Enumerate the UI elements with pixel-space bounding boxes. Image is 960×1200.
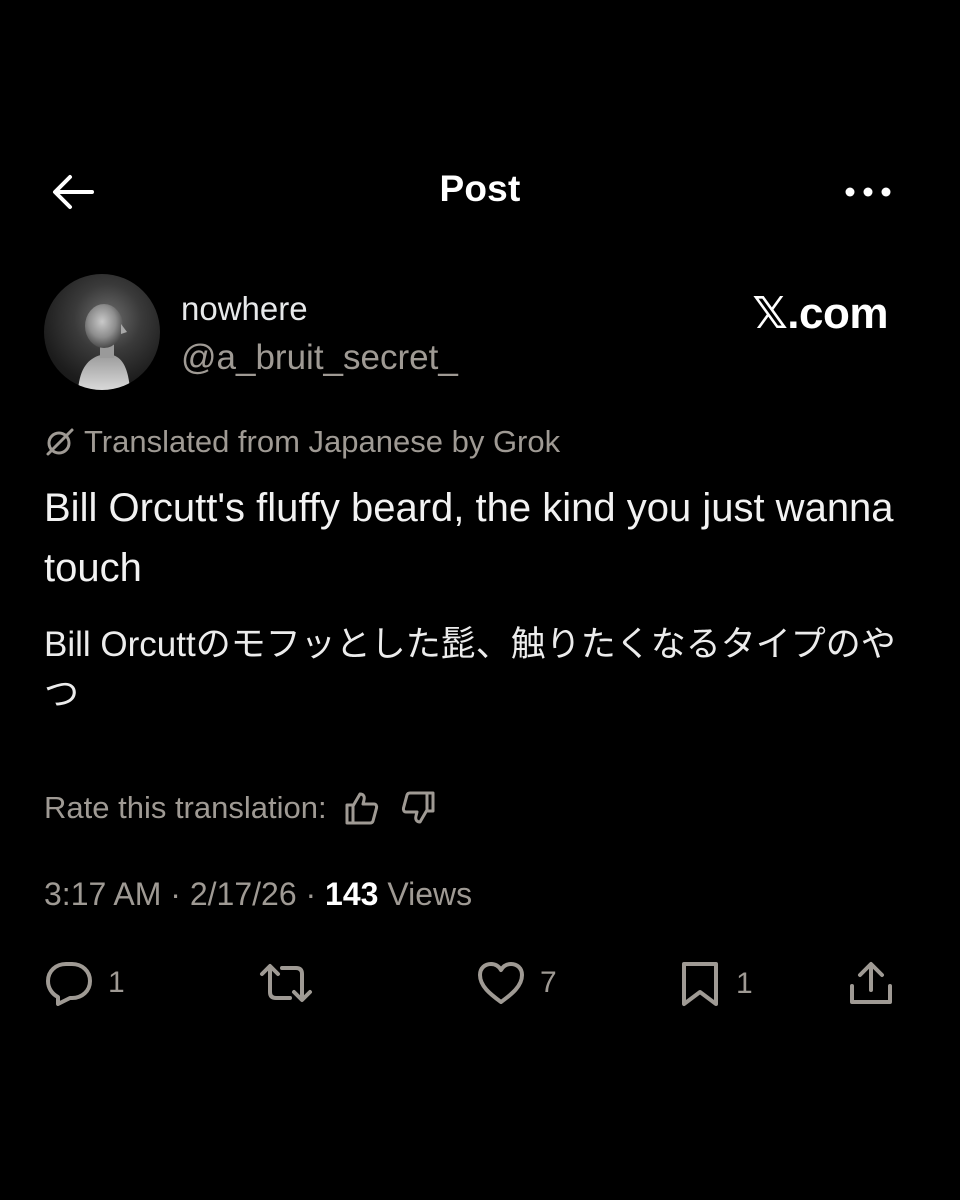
avatar[interactable] <box>44 274 160 390</box>
views-count[interactable]: 143 <box>325 876 378 912</box>
translation-notice: Translated from Japanese by Grok <box>44 424 560 460</box>
tweet-text-original: Bill Orcuttのモフッとした髭、触りたくなるタイプのやつ <box>44 625 896 714</box>
thumbs-up-button[interactable] <box>337 784 385 832</box>
like-count: 7 <box>540 966 557 999</box>
repost-button[interactable] <box>258 960 328 1006</box>
author-display-name[interactable]: nowhere <box>181 290 308 328</box>
reply-button[interactable]: 1 <box>44 960 125 1006</box>
author-handle[interactable]: @a_bruit_secret_ <box>181 338 458 378</box>
tweet-text-translated: Bill Orcutt's fluffy beard, the kind you… <box>44 486 894 590</box>
action-bar: 1 7 1 <box>0 952 960 1022</box>
top-bar: Post <box>0 160 960 224</box>
views-label: Views <box>387 876 473 912</box>
post-meta: 3:17 AM · 2/17/26 · 143 Views <box>44 876 472 913</box>
page-title: Post <box>439 168 521 209</box>
meta-separator: · <box>305 876 326 912</box>
more-options-button[interactable] <box>836 172 900 212</box>
post-time: 3:17 AM <box>44 876 162 912</box>
rate-label: Rate this translation: <box>44 790 327 825</box>
share-icon <box>850 962 892 1004</box>
rate-translation: Rate this translation: <box>44 784 443 832</box>
more-dots-icon <box>845 187 891 197</box>
like-button[interactable]: 7 <box>476 960 557 1006</box>
thumbs-down-icon <box>401 791 435 824</box>
grok-icon <box>46 428 74 456</box>
thumbs-up-icon <box>345 792 378 825</box>
bookmark-button[interactable]: 1 <box>678 960 753 1008</box>
reply-icon <box>46 962 92 1006</box>
bookmark-icon <box>682 962 718 1006</box>
share-button[interactable] <box>846 960 896 1008</box>
bookmark-count: 1 <box>736 967 753 1000</box>
author-row: nowhere @a_bruit_secret_ 𝕏.com <box>44 274 916 394</box>
thumbs-down-button[interactable] <box>395 784 443 832</box>
translation-label: Translated from Japanese by Grok <box>84 424 561 459</box>
reply-count: 1 <box>108 966 125 999</box>
post-date: 2/17/26 <box>189 876 297 912</box>
like-icon <box>478 962 524 1004</box>
avatar-portrait-icon <box>78 304 130 390</box>
meta-separator: · <box>170 876 190 912</box>
repost-icon <box>260 964 312 1002</box>
brand-watermark: 𝕏.com <box>752 289 888 338</box>
